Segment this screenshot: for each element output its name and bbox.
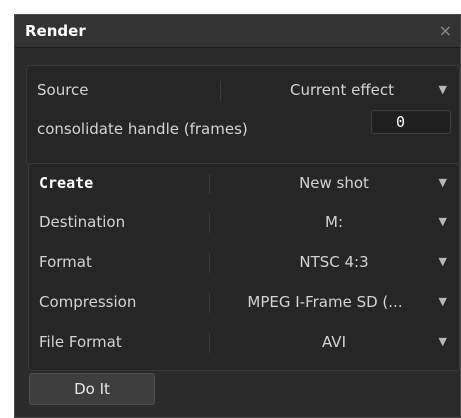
consolidate-label: consolidate handle (frames) (37, 120, 248, 138)
source-label: Source (37, 81, 89, 99)
close-icon[interactable]: × (439, 21, 452, 40)
file-format-label: File Format (39, 333, 122, 351)
compression-label: Compression (39, 293, 137, 311)
consolidate-frames-input[interactable]: 0 (371, 110, 451, 134)
file-format-row[interactable]: File Format AVI ▼ (29, 325, 459, 361)
title-bar: Render × (15, 15, 460, 48)
chevron-down-icon[interactable]: ▼ (439, 255, 447, 268)
chevron-down-icon[interactable]: ▼ (439, 335, 447, 348)
format-row[interactable]: Format NTSC 4:3 ▼ (29, 245, 459, 281)
divider (209, 333, 210, 353)
compression-row[interactable]: Compression MPEG I-Frame SD (... ▼ (29, 285, 459, 321)
create-value: New shot (299, 174, 369, 192)
destination-label: Destination (39, 213, 126, 231)
create-row[interactable]: Create New shot ▼ (29, 166, 459, 202)
format-label: Format (39, 253, 92, 271)
divider (209, 293, 210, 313)
chevron-down-icon[interactable]: ▼ (439, 295, 447, 308)
chevron-down-icon[interactable]: ▼ (439, 215, 447, 228)
destination-value: M: (325, 213, 343, 231)
chevron-down-icon[interactable]: ▼ (439, 83, 447, 96)
source-row[interactable]: Source Current effect ▼ (27, 73, 459, 109)
divider (209, 213, 210, 233)
format-value: NTSC 4:3 (299, 253, 369, 271)
window-title: Render (25, 22, 86, 40)
do-it-button[interactable]: Do It (29, 373, 155, 405)
chevron-down-icon[interactable]: ▼ (439, 176, 447, 189)
compression-value: MPEG I-Frame SD (... (247, 293, 403, 311)
divider (209, 174, 210, 194)
divider (220, 81, 221, 101)
consolidate-frames-value: 0 (396, 113, 406, 131)
render-window: Render × Source Current effect ▼ consoli… (14, 14, 461, 418)
create-label: Create (39, 174, 94, 192)
create-panel: Create New shot ▼ Destination M: ▼ Forma… (28, 163, 460, 371)
file-format-value: AVI (322, 333, 346, 351)
destination-row[interactable]: Destination M: ▼ (29, 205, 459, 241)
divider (209, 253, 210, 273)
source-value: Current effect (289, 81, 395, 99)
